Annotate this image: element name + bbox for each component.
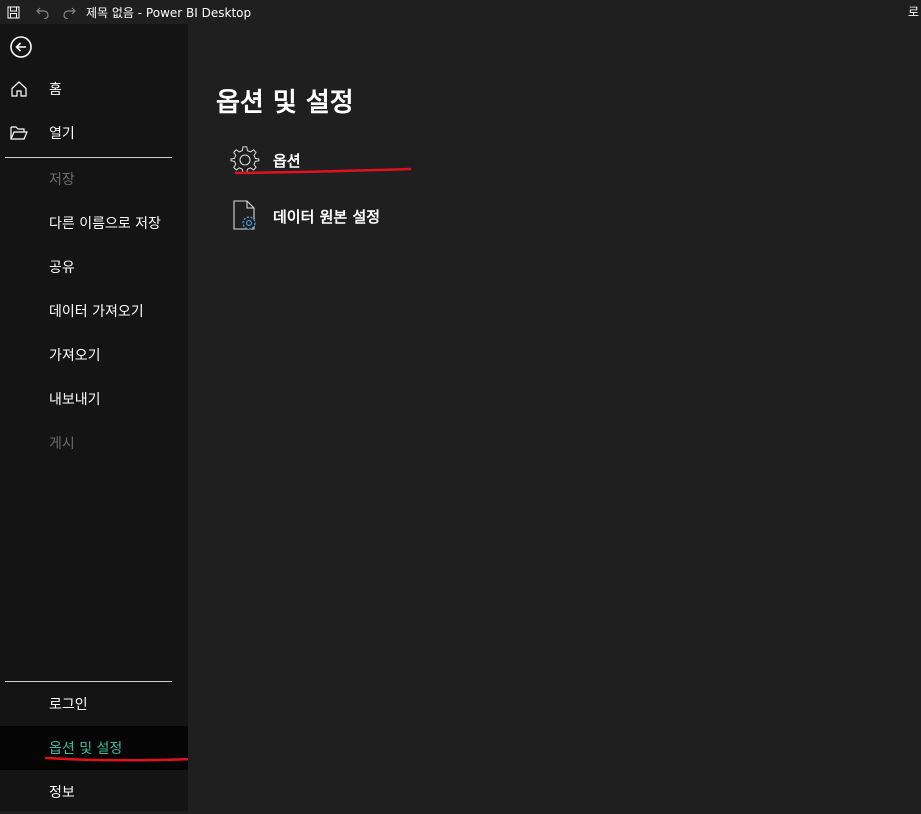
nav-item-get-data[interactable]: 데이터 가져오기 [0,289,188,333]
nav-item-save-as[interactable]: 다른 이름으로 저장 [0,201,188,245]
nav-item-about[interactable]: 정보 [0,770,188,814]
nav-item-open[interactable]: 열기 [0,111,188,155]
title-bar: 제목 없음 - Power BI Desktop 로 [0,0,921,24]
nav-item-sign-in[interactable]: 로그인 [0,682,188,726]
annotation-underline [234,167,412,175]
redo-icon[interactable] [62,5,76,19]
document-settings-icon [228,199,262,233]
nav-item-options-and-settings[interactable]: 옵션 및 설정 [0,726,188,770]
nav-item-label: 다른 이름으로 저장 [49,216,161,232]
save-icon[interactable] [6,5,20,19]
nav-item-label: 데이터 가져오기 [49,304,144,320]
folder-open-icon [10,124,28,142]
page-title: 옵션 및 설정 [216,88,354,118]
nav-item-label: 게시 [49,436,75,452]
nav-item-publish: 게시 [0,421,188,465]
data-source-settings-link[interactable]: 데이터 원본 설정 [228,198,380,234]
backstage-sidebar: 홈 열기 저장 다른 이름으로 저장 공유 데이터 가져오기 가져오기 내보내기… [0,24,188,811]
home-icon [10,80,28,98]
nav-item-save: 저장 [0,157,188,201]
nav-item-label: 공유 [49,260,75,276]
nav-item-share[interactable]: 공유 [0,245,188,289]
main-pane: 옵션 및 설정 옵션 데이터 원본 설정 [188,24,921,811]
nav-item-label: 가져오기 [49,348,101,364]
data-source-settings-label: 데이터 원본 설정 [273,207,381,226]
nav-item-home[interactable]: 홈 [0,67,188,111]
nav-item-label: 정보 [49,785,75,801]
nav-item-import[interactable]: 가져오기 [0,333,188,377]
title-bar-right-text: 로 [907,5,919,19]
nav-item-label: 열기 [49,126,75,142]
nav-item-export[interactable]: 내보내기 [0,377,188,421]
annotation-underline [44,756,194,762]
window-title: 제목 없음 - Power BI Desktop [86,5,252,20]
nav-item-label: 로그인 [49,697,88,713]
nav-item-label: 내보내기 [49,392,101,408]
nav-item-label: 저장 [49,172,75,188]
back-arrow-icon [9,35,33,63]
undo-icon[interactable] [36,5,50,19]
back-button[interactable] [9,35,33,63]
nav-item-label: 홈 [49,82,62,98]
